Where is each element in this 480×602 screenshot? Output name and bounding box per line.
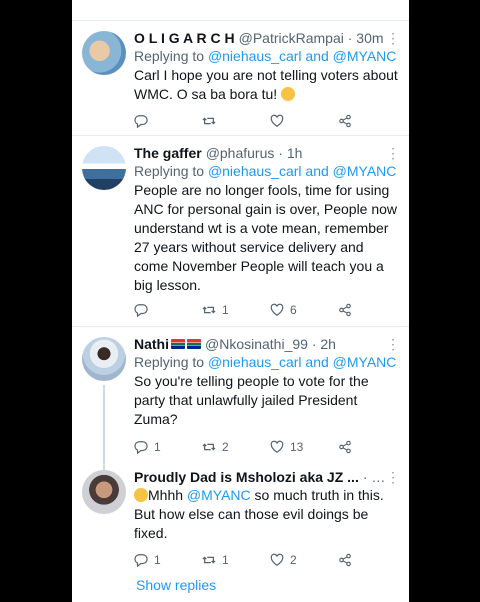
south-africa-flag-icon	[171, 339, 185, 349]
retweet-icon	[202, 117, 216, 125]
handle-time[interactable]: @Nkosinathi_99 · 2h	[205, 335, 336, 353]
retweet-icon	[202, 306, 216, 314]
tweet[interactable]: O L I G A R C H @PatrickRampai · 30m ⋮ R…	[72, 21, 409, 136]
heart-icon	[270, 303, 284, 316]
display-name[interactable]: Nathi	[134, 335, 169, 353]
like-button[interactable]: 2	[270, 553, 297, 567]
thread-line	[103, 385, 105, 460]
reply-button[interactable]	[134, 303, 154, 317]
retweet-button[interactable]	[202, 114, 222, 128]
tweet[interactable]: Proudly Dad is Msholozi aka JZ ... · 1h …	[72, 460, 409, 602]
replying-to: Replying to @niehaus_carl and @MYANC	[134, 354, 397, 370]
share-icon	[339, 553, 351, 567]
handle-time[interactable]: @PatrickRampai · 30m	[239, 29, 384, 47]
heart-icon	[270, 553, 284, 566]
like-button[interactable]: 13	[270, 440, 303, 454]
replying-to: Replying to @niehaus_carl and @MYANC	[134, 163, 397, 179]
share-icon	[339, 303, 351, 317]
reply-icon	[134, 115, 148, 128]
reply-thread: O L I G A R C H @PatrickRampai · 30m ⋮ R…	[72, 0, 409, 602]
reply-button[interactable]: 1	[134, 440, 161, 454]
reply-button[interactable]	[134, 114, 154, 128]
share-button[interactable]	[338, 114, 352, 128]
more-options-icon[interactable]: ⋮	[386, 335, 400, 353]
share-button[interactable]	[338, 303, 352, 317]
tweet[interactable]: Nathi @Nkosinathi_99 · 2h ⋮ Replying to …	[72, 327, 409, 460]
replying-to: Replying to @niehaus_carl and @MYANC	[134, 48, 397, 64]
retweet-button[interactable]: 1	[202, 553, 229, 567]
like-button[interactable]: 6	[270, 303, 297, 317]
avatar[interactable]	[82, 470, 126, 514]
retweet-icon	[202, 556, 216, 564]
reply-button[interactable]: 1	[134, 553, 161, 567]
avatar[interactable]	[82, 146, 126, 190]
reply-icon	[134, 441, 148, 454]
like-button[interactable]	[270, 114, 290, 128]
more-options-icon[interactable]: ⋮	[386, 144, 400, 162]
reply-mentions[interactable]: @niehaus_carl and @MYANC	[208, 48, 396, 64]
reply-mentions[interactable]: @niehaus_carl and @MYANC	[208, 354, 396, 370]
tweet-text: Carl I hope you are not telling voters a…	[134, 67, 398, 102]
show-replies-link[interactable]: Show replies	[136, 577, 216, 593]
retweet-button[interactable]: 2	[202, 440, 229, 454]
thread-line	[103, 460, 105, 470]
tweet-text: Mhhh @MYANC so much truth in this. But h…	[134, 487, 384, 541]
tweet-actions: 1 2 13	[134, 439, 374, 455]
tweet-text: People are no longer fools, time for usi…	[134, 182, 398, 293]
share-icon	[339, 114, 351, 128]
reply-icon	[134, 304, 148, 317]
tweet-actions: 1 6	[134, 302, 374, 318]
tweet-text: So you're telling people to vote for the…	[134, 373, 369, 427]
share-button[interactable]	[338, 440, 352, 454]
more-options-icon[interactable]: ⋮	[386, 468, 400, 486]
heart-icon	[270, 114, 284, 127]
share-button[interactable]	[338, 553, 352, 567]
display-name[interactable]: O L I G A R C H	[134, 29, 235, 47]
mention-link[interactable]: @MYANC	[187, 487, 251, 503]
grinning-sweat-emoji-icon	[281, 87, 296, 101]
tweet[interactable]: The gaffer @phafurus · 1h ⋮ Replying to …	[72, 136, 409, 327]
handle-time[interactable]: @phafurus · 1h	[206, 144, 303, 162]
more-options-icon[interactable]: ⋮	[386, 29, 400, 47]
tweet-actions	[134, 113, 374, 129]
tweet-actions: 1 1 2	[134, 552, 374, 568]
reply-mentions[interactable]: @niehaus_carl and @MYANC	[208, 163, 396, 179]
thinking-face-emoji-icon	[134, 488, 148, 502]
share-icon	[339, 440, 351, 454]
display-name[interactable]: The gaffer	[134, 144, 202, 162]
display-name[interactable]: Proudly Dad is Msholozi aka JZ ...	[134, 468, 359, 486]
handle-time[interactable]: · 1h	[363, 468, 386, 486]
avatar[interactable]	[82, 337, 126, 381]
avatar[interactable]	[82, 31, 126, 75]
reply-icon	[134, 554, 148, 567]
retweet-button[interactable]: 1	[202, 303, 229, 317]
south-africa-flag-icon	[187, 339, 201, 349]
heart-icon	[270, 440, 284, 453]
retweet-icon	[202, 443, 216, 451]
